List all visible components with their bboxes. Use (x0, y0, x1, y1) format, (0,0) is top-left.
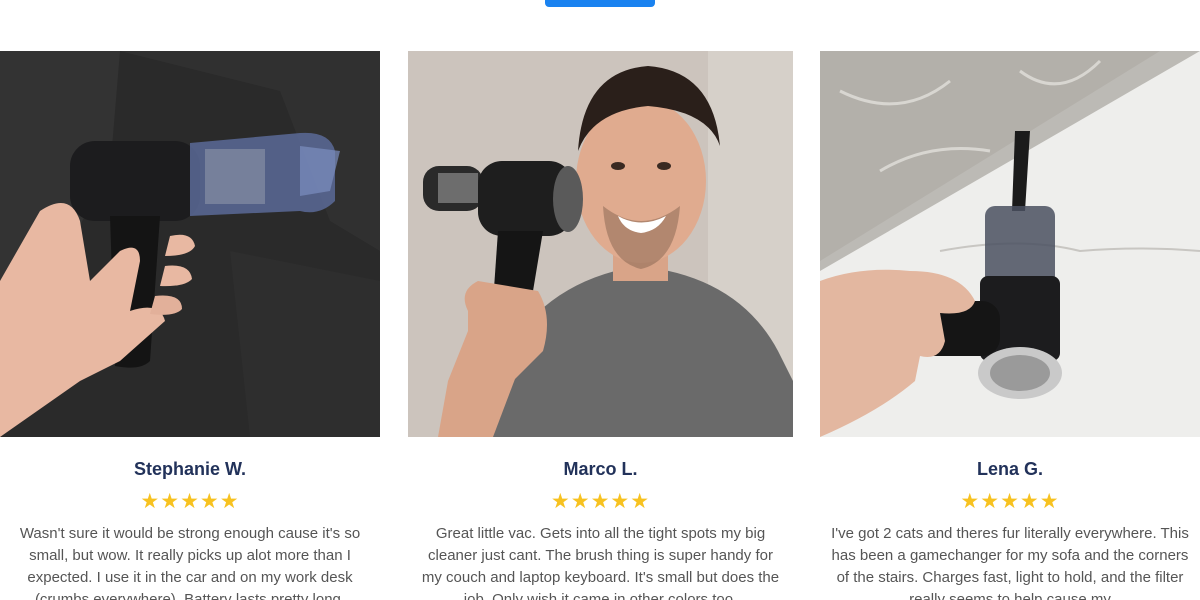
star-icon: ★ (570, 490, 591, 513)
star-icon: ★ (610, 490, 631, 513)
review-text: I've got 2 cats and theres fur literally… (831, 525, 1189, 600)
review-photo-vacuum-in-hand (0, 51, 380, 437)
star-icon: ★ (160, 490, 181, 513)
review-card: Lena G. ★★★★★ I've got 2 cats and theres… (820, 51, 1200, 600)
star-rating: ★★★★★ (820, 491, 1200, 513)
review-text: Great little vac. Gets into all the tigh… (421, 525, 780, 600)
review-card: Marco L. ★★★★★ Great little vac. Gets in… (408, 51, 793, 600)
review-photo-vacuum-on-stairs (820, 51, 1200, 437)
review-photo-man-holding-vacuum (408, 51, 793, 437)
star-icon: ★ (1000, 490, 1020, 513)
star-icon: ★ (550, 490, 571, 513)
reviews-section: Stephanie W. ★★★★★ Wasn't sure it would … (0, 51, 1200, 600)
star-icon: ★ (1019, 490, 1040, 513)
star-icon: ★ (219, 490, 240, 513)
star-icon: ★ (199, 490, 220, 513)
star-rating: ★★★★★ (408, 491, 793, 513)
star-rating: ★★★★★ (0, 491, 380, 513)
star-icon: ★ (590, 490, 611, 513)
reviewer-name: Stephanie W. (133, 459, 247, 479)
star-icon: ★ (180, 490, 200, 513)
star-icon: ★ (630, 490, 651, 513)
reviewer-name: Marco L. (563, 459, 638, 479)
section-accent-bar (545, 0, 655, 7)
star-icon: ★ (1039, 490, 1060, 513)
review-text: Wasn't sure it would be strong enough ca… (19, 525, 361, 600)
star-icon: ★ (980, 490, 1001, 513)
star-icon: ★ (140, 490, 161, 513)
review-card: Stephanie W. ★★★★★ Wasn't sure it would … (0, 51, 380, 600)
reviewer-name: Lena G. (976, 459, 1043, 479)
star-icon: ★ (960, 490, 981, 513)
